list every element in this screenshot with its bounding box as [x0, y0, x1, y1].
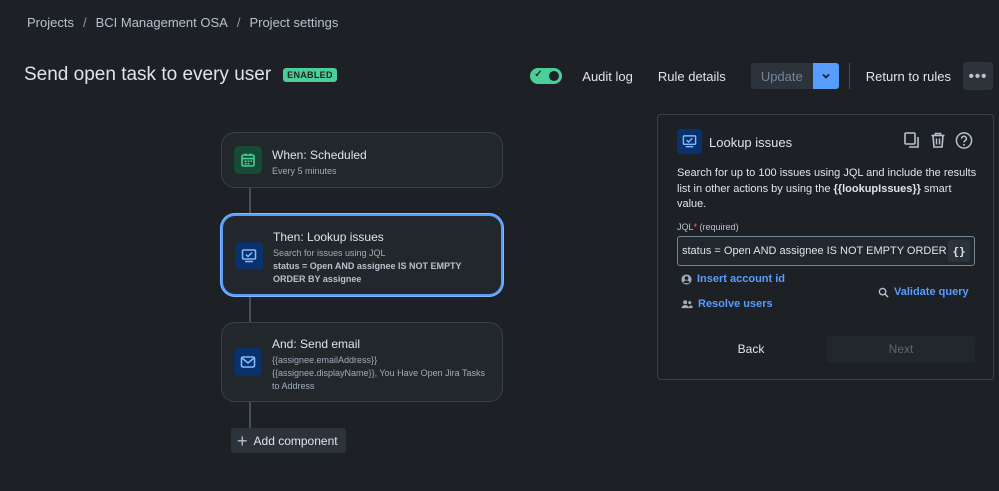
action-card-lookup-issues[interactable]: Then: Lookup issues Search for issues us… — [221, 214, 503, 296]
flow-connector — [249, 296, 251, 322]
validate-query-link[interactable]: Validate query — [878, 286, 969, 298]
action-card-send-email[interactable]: And: Send email {{assignee.emailAddress}… — [221, 322, 503, 402]
audit-log-button[interactable]: Audit log — [582, 69, 633, 84]
add-component-label: Add component — [253, 433, 338, 448]
jql-field: status = Open AND assignee IS NOT EMPTY … — [677, 236, 975, 266]
required-mark: * — [693, 222, 698, 232]
rule-details-button[interactable]: Rule details — [658, 69, 726, 84]
card-subtitle: Every 5 minutes — [272, 166, 337, 176]
smart-value-braces-button[interactable]: {} — [948, 240, 970, 262]
breadcrumb-projects[interactable]: Projects — [27, 15, 74, 30]
required-text: (required) — [699, 222, 739, 232]
breadcrumb-project-settings[interactable]: Project settings — [249, 15, 338, 30]
help-icon[interactable] — [955, 131, 973, 149]
insert-account-id-link[interactable]: Insert account id — [681, 273, 785, 285]
check-icon: ✓ — [534, 69, 543, 80]
title-row: Send open task to every user ENABLED — [24, 64, 337, 86]
panel-actions — [903, 131, 973, 149]
toolbar-divider — [848, 63, 850, 89]
braces-icon: {} — [952, 244, 966, 258]
breadcrumb: Projects / BCI Management OSA / Project … — [27, 15, 338, 30]
card-title: Then: Lookup issues — [273, 230, 384, 244]
more-icon: ••• — [968, 67, 988, 85]
breadcrumb-separator: / — [82, 15, 87, 30]
breadcrumb-project-name[interactable]: BCI Management OSA — [96, 15, 228, 30]
card-email-subject: {{assignee.displayName}}, You Have Open … — [272, 368, 485, 391]
component-config-panel: Lookup issues Search for up to 100 issue… — [657, 114, 994, 380]
card-title: And: Send email — [272, 337, 361, 351]
breadcrumb-separator: / — [236, 15, 241, 30]
page-title: Send open task to every user — [24, 64, 272, 85]
update-button-group: Update — [750, 63, 839, 89]
jql-input[interactable]: status = Open AND assignee IS NOT EMPTY … — [678, 237, 948, 265]
card-subtitle: {{assignee.emailAddress}} — [272, 355, 378, 365]
chevron-down-icon — [822, 73, 830, 79]
jql-label: JQL* (required) — [677, 222, 739, 232]
smart-value-text: {{lookupIssues}} — [833, 182, 921, 195]
jql-label-text: JQL — [677, 222, 694, 232]
user-icon — [681, 273, 692, 285]
more-actions-button[interactable]: ••• — [963, 62, 993, 90]
next-button[interactable]: Next — [827, 336, 975, 362]
resolve-users-label: Resolve users — [698, 298, 773, 310]
panel-description: Search for up to 100 issues using JQL an… — [677, 166, 977, 213]
insert-account-id-label: Insert account id — [697, 273, 786, 285]
search-icon — [878, 287, 889, 298]
update-options-button[interactable] — [812, 63, 839, 89]
flow-connector — [249, 402, 251, 429]
rule-enabled-toggle[interactable]: ✓ — [530, 68, 563, 84]
users-icon — [681, 299, 693, 310]
mail-icon — [234, 348, 262, 376]
trigger-card-scheduled[interactable]: When: Scheduled Every 5 minutes — [221, 132, 503, 188]
rule-toolbar: ✓ Audit log Rule details Update Return t… — [530, 62, 993, 90]
card-title: When: Scheduled — [272, 148, 367, 162]
return-to-rules-button[interactable]: Return to rules — [866, 69, 951, 84]
panel-title: Lookup issues — [709, 135, 793, 150]
add-component-button[interactable]: + Add component — [231, 428, 346, 453]
calendar-icon — [234, 146, 262, 174]
resolve-users-link[interactable]: Resolve users — [681, 298, 773, 310]
validate-query-label: Validate query — [894, 286, 969, 298]
trash-icon[interactable] — [929, 131, 947, 149]
card-subtitle: Search for issues using JQL — [273, 248, 386, 258]
update-button[interactable]: Update — [750, 63, 813, 89]
lookup-issues-icon — [235, 242, 263, 270]
flow-connector — [249, 188, 251, 214]
lookup-issues-icon — [677, 129, 702, 154]
back-button[interactable]: Back — [677, 336, 825, 362]
status-badge: ENABLED — [283, 68, 337, 82]
card-jql-summary: status = Open AND assignee IS NOT EMPTY … — [273, 261, 462, 284]
plus-icon: + — [237, 430, 248, 451]
duplicate-icon[interactable] — [903, 131, 921, 149]
